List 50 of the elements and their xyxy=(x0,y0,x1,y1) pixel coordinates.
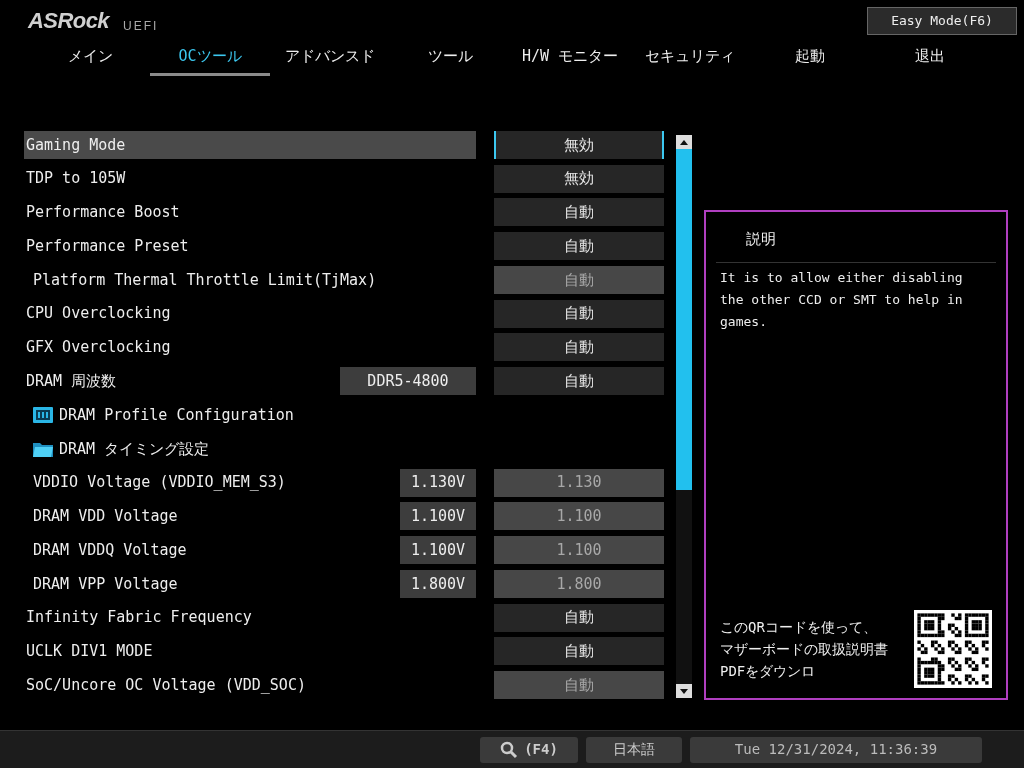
caret-down-icon xyxy=(680,688,688,694)
submenu-item[interactable]: DRAM タイミング設定 xyxy=(59,437,210,460)
brand-logo: ASRock xyxy=(28,10,110,32)
date-time: Tue 12/31/2024, 11:36:39 xyxy=(690,736,982,763)
setting-label[interactable]: Performance Boost xyxy=(24,198,476,227)
scroll-up-button[interactable] xyxy=(676,135,692,149)
value-button[interactable]: 自動 xyxy=(494,637,664,666)
value-button[interactable]: 自動 xyxy=(494,299,664,328)
caret-up-icon xyxy=(680,139,688,145)
setting-label[interactable]: GFX Overclocking xyxy=(24,333,476,362)
setting-label[interactable]: DRAM 周波数 xyxy=(24,370,117,393)
setting-label[interactable]: Infinity Fabric Frequency xyxy=(24,603,476,632)
value-button[interactable]: 自動 xyxy=(494,232,664,261)
value-button[interactable]: 無効 xyxy=(494,130,664,159)
value-button[interactable]: 自動 xyxy=(494,603,664,632)
value-button[interactable]: 無効 xyxy=(494,164,664,193)
qr-code-icon xyxy=(914,610,992,688)
current-reading: 1.800V xyxy=(400,569,476,598)
product-label: UEFI xyxy=(123,20,159,32)
search-button[interactable]: (F4) xyxy=(480,736,578,763)
setting-label[interactable]: UCLK DIV1 MODE xyxy=(24,637,476,666)
value-button[interactable]: 自動 xyxy=(494,367,664,396)
setting-label[interactable]: CPU Overclocking xyxy=(24,299,476,328)
scroll-down-button[interactable] xyxy=(676,684,692,698)
current-reading: 1.130V xyxy=(400,468,476,497)
setting-label[interactable]: Performance Preset xyxy=(24,232,476,261)
menu-tab[interactable]: H/W モニター xyxy=(510,40,630,76)
menu-tab[interactable]: OCツール xyxy=(150,40,270,76)
help-title: 説明 xyxy=(745,229,777,250)
menu-tab[interactable]: 起動 xyxy=(750,40,870,76)
value-button[interactable]: 自動 xyxy=(494,333,664,362)
current-reading: 1.100V xyxy=(400,536,476,565)
memory-module-icon xyxy=(32,406,54,424)
setting-label[interactable]: Gaming Mode xyxy=(24,130,476,159)
easy-mode-button[interactable]: Easy Mode(F6) xyxy=(867,7,1017,35)
menu-tab[interactable]: 退出 xyxy=(870,40,990,76)
value-button[interactable]: 自動 xyxy=(494,198,664,227)
scrollbar-thumb[interactable] xyxy=(676,149,692,490)
menu-tab[interactable]: セキュリティ xyxy=(630,40,750,76)
current-reading: DDR5-4800 xyxy=(340,367,476,396)
language-button[interactable]: 日本語 xyxy=(586,736,682,763)
menu-tab[interactable]: ツール xyxy=(390,40,510,76)
setting-label[interactable]: TDP to 105W xyxy=(24,164,476,193)
menu-tab[interactable]: アドバンスド xyxy=(270,40,390,76)
submenu-item[interactable]: DRAM Profile Configuration xyxy=(59,403,294,427)
help-text: It is to allow either disabling the other CCD or SMT to help in games. xyxy=(720,269,964,331)
search-icon xyxy=(500,740,519,759)
qr-caption: このQRコードを使って、マザーボードの取扱説明書PDFをダウンロ xyxy=(720,618,888,681)
menu-tab[interactable]: メイン xyxy=(30,40,150,76)
current-reading: 1.100V xyxy=(400,502,476,531)
